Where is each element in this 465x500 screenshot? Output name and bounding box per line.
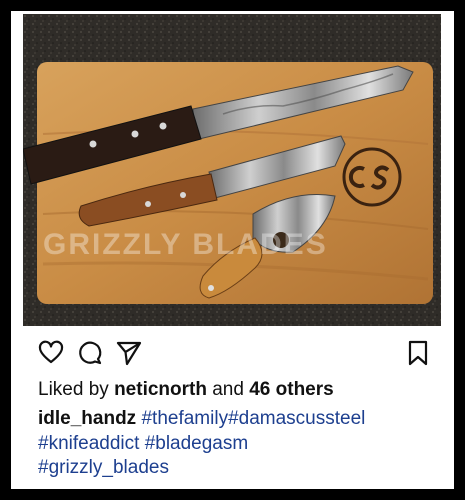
hashtag[interactable]: #grizzly_blades xyxy=(38,457,169,478)
post-actions-bar xyxy=(23,338,441,370)
send-icon[interactable] xyxy=(116,340,142,366)
heart-icon[interactable] xyxy=(38,340,64,366)
hashtag[interactable]: #thefamily xyxy=(141,408,228,429)
bookmark-icon[interactable] xyxy=(405,340,431,366)
knives-photo: GRIZZLY BLADES xyxy=(23,14,441,326)
caption-username[interactable]: idle_handz xyxy=(38,408,136,429)
post-caption: idle_handz #thefamily#damascussteel #kni… xyxy=(38,407,433,481)
likes-line: Liked by neticnorth and 46 others xyxy=(38,379,334,401)
watermark: GRIZZLY BLADES xyxy=(43,228,328,261)
hashtag[interactable]: #bladegasm xyxy=(145,433,249,454)
hashtag[interactable]: #knifeaddict xyxy=(38,433,139,454)
hashtag[interactable]: #damascussteel xyxy=(228,408,365,429)
comment-icon[interactable] xyxy=(77,340,103,366)
post-image[interactable]: GRIZZLY BLADES xyxy=(23,14,441,326)
liked-by-user[interactable]: neticnorth xyxy=(114,379,207,400)
likes-prefix: Liked by xyxy=(38,379,109,400)
likes-others-count[interactable]: 46 others xyxy=(249,379,333,400)
likes-and: and xyxy=(212,379,244,400)
